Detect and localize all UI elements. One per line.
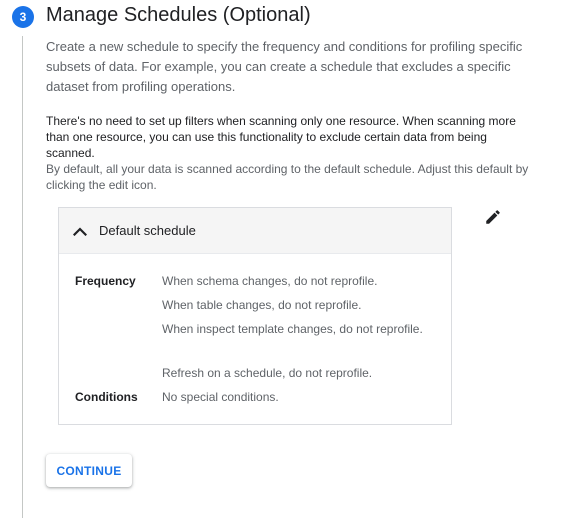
step-description: Create a new schedule to specify the fre… <box>46 39 523 94</box>
continue-button[interactable]: CONTINUE <box>46 454 132 487</box>
stepper-connector-line <box>22 36 23 518</box>
help-notes: There's no need to set up filters when s… <box>46 113 532 193</box>
default-schedule-note: By default, all your data is scanned acc… <box>46 162 529 192</box>
frequency-item: When schema changes, do not reprofile. <box>162 274 378 288</box>
panel-title: Default schedule <box>99 223 196 238</box>
conditions-value: No special conditions. <box>162 390 279 404</box>
step-number-badge: 3 <box>12 6 34 28</box>
filter-note: There's no need to set up filters when s… <box>46 114 516 160</box>
frequency-item: When table changes, do not reprofile. <box>162 298 362 312</box>
frequency-label: Frequency <box>75 274 136 288</box>
conditions-label: Conditions <box>75 390 138 404</box>
chevron-up-icon <box>71 222 89 240</box>
default-schedule-panel: Default schedule Frequency When schema c… <box>58 207 452 425</box>
pencil-icon <box>484 208 502 231</box>
frequency-item: When inspect template changes, do not re… <box>162 322 423 336</box>
default-schedule-panel-header[interactable]: Default schedule <box>59 208 451 254</box>
manage-schedules-step: 3 Manage Schedules (Optional) Create a n… <box>0 0 575 518</box>
edit-schedule-button[interactable] <box>482 208 504 230</box>
step-title: Manage Schedules (Optional) <box>46 4 311 26</box>
frequency-item: Refresh on a schedule, do not reprofile. <box>162 366 373 380</box>
